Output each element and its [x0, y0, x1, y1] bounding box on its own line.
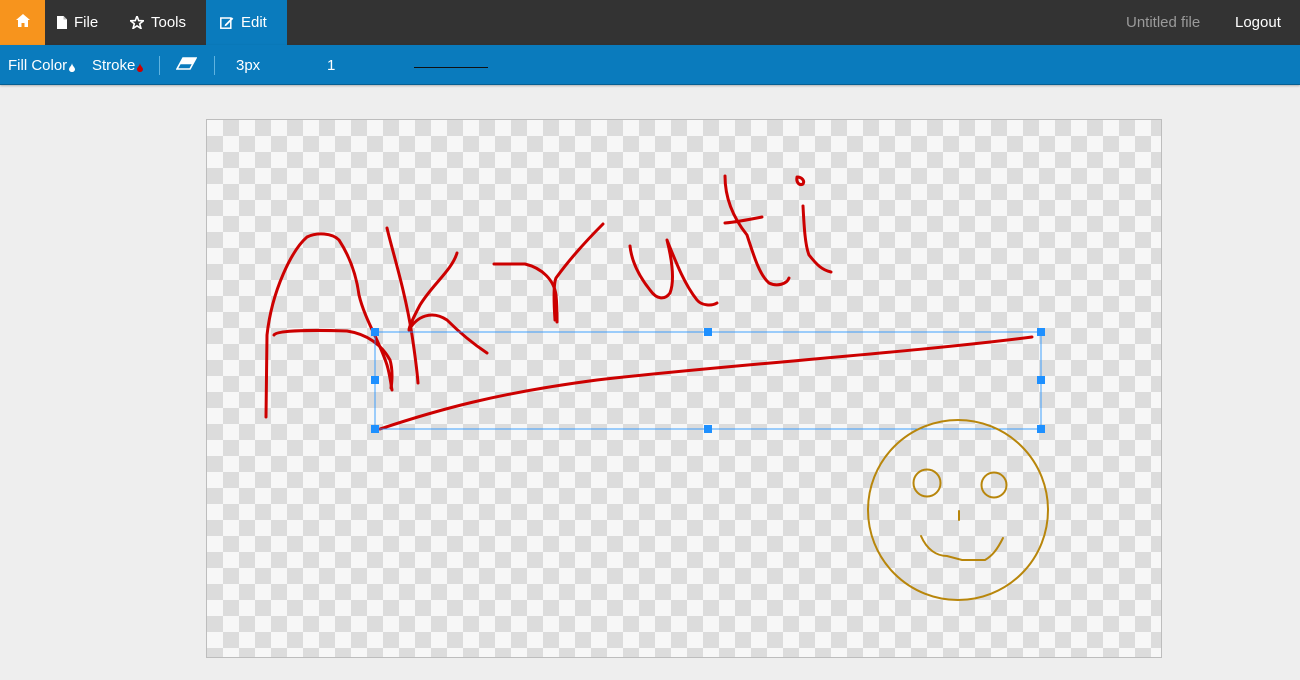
color-drop-icon — [69, 59, 76, 76]
smiley-right-eye — [980, 471, 1008, 499]
stroke-path — [723, 215, 764, 225]
tools-menu-label: Tools — [151, 14, 187, 31]
color-drop-icon — [137, 59, 144, 76]
top-navbar: File Tools Edit Untitled file Logout — [0, 0, 1300, 45]
stroke-path — [378, 335, 1034, 431]
edit-menu-label: Edit — [241, 14, 267, 31]
opacity-select[interactable]: 1 — [327, 45, 335, 85]
resize-handle[interactable] — [371, 376, 379, 384]
fill-color-label: Fill Color — [8, 56, 68, 74]
stroke-width-select[interactable]: 3px — [236, 45, 260, 85]
stroke-path — [264, 232, 394, 419]
smiley-face — [867, 419, 1049, 601]
red-handwriting-strokes — [264, 174, 1034, 431]
edit-icon — [220, 16, 234, 29]
smiley-drawing — [867, 419, 1049, 601]
stroke-path — [492, 262, 559, 324]
resize-handle[interactable] — [371, 425, 379, 433]
file-menu[interactable]: File — [57, 0, 98, 45]
file-icon — [57, 16, 67, 29]
canvas-drawing-layer — [264, 174, 1049, 601]
tools-icon — [130, 16, 144, 29]
stroke-path — [552, 222, 605, 322]
stroke-color-button[interactable]: Stroke — [92, 45, 144, 85]
toolbar-divider — [159, 56, 160, 75]
stroke-path — [407, 251, 489, 355]
eraser-icon — [175, 56, 198, 74]
resize-handle[interactable] — [704, 425, 712, 433]
stroke-path — [801, 204, 833, 274]
file-name: Untitled file — [1126, 14, 1201, 31]
toolbar-divider — [214, 56, 215, 75]
smiley-mouth — [920, 535, 1004, 561]
file-menu-label: File — [74, 14, 99, 31]
edit-menu[interactable]: Edit — [206, 0, 287, 45]
logout-button[interactable]: Logout — [1235, 0, 1281, 45]
drawing-canvas[interactable] — [206, 119, 1162, 658]
resize-handle[interactable] — [1037, 425, 1045, 433]
fill-color-button[interactable]: Fill Color — [8, 45, 76, 85]
edit-toolbar: Fill Color Stroke 3px 1 — [0, 45, 1300, 85]
stroke-path — [795, 175, 806, 186]
stroke-color-label: Stroke — [92, 56, 136, 74]
resize-handle[interactable] — [371, 328, 379, 336]
stroke-path — [723, 174, 791, 287]
home-icon — [15, 13, 30, 32]
resize-handle[interactable] — [704, 328, 712, 336]
resize-handle[interactable] — [1037, 376, 1045, 384]
eraser-button[interactable] — [175, 45, 198, 85]
home-button[interactable] — [0, 0, 45, 45]
smiley-left-eye — [912, 468, 942, 498]
tools-menu[interactable]: Tools — [130, 0, 186, 45]
stroke-path — [385, 226, 420, 385]
stroke-path — [628, 238, 719, 307]
resize-handle[interactable] — [1037, 328, 1045, 336]
line-style-select[interactable] — [414, 67, 488, 68]
